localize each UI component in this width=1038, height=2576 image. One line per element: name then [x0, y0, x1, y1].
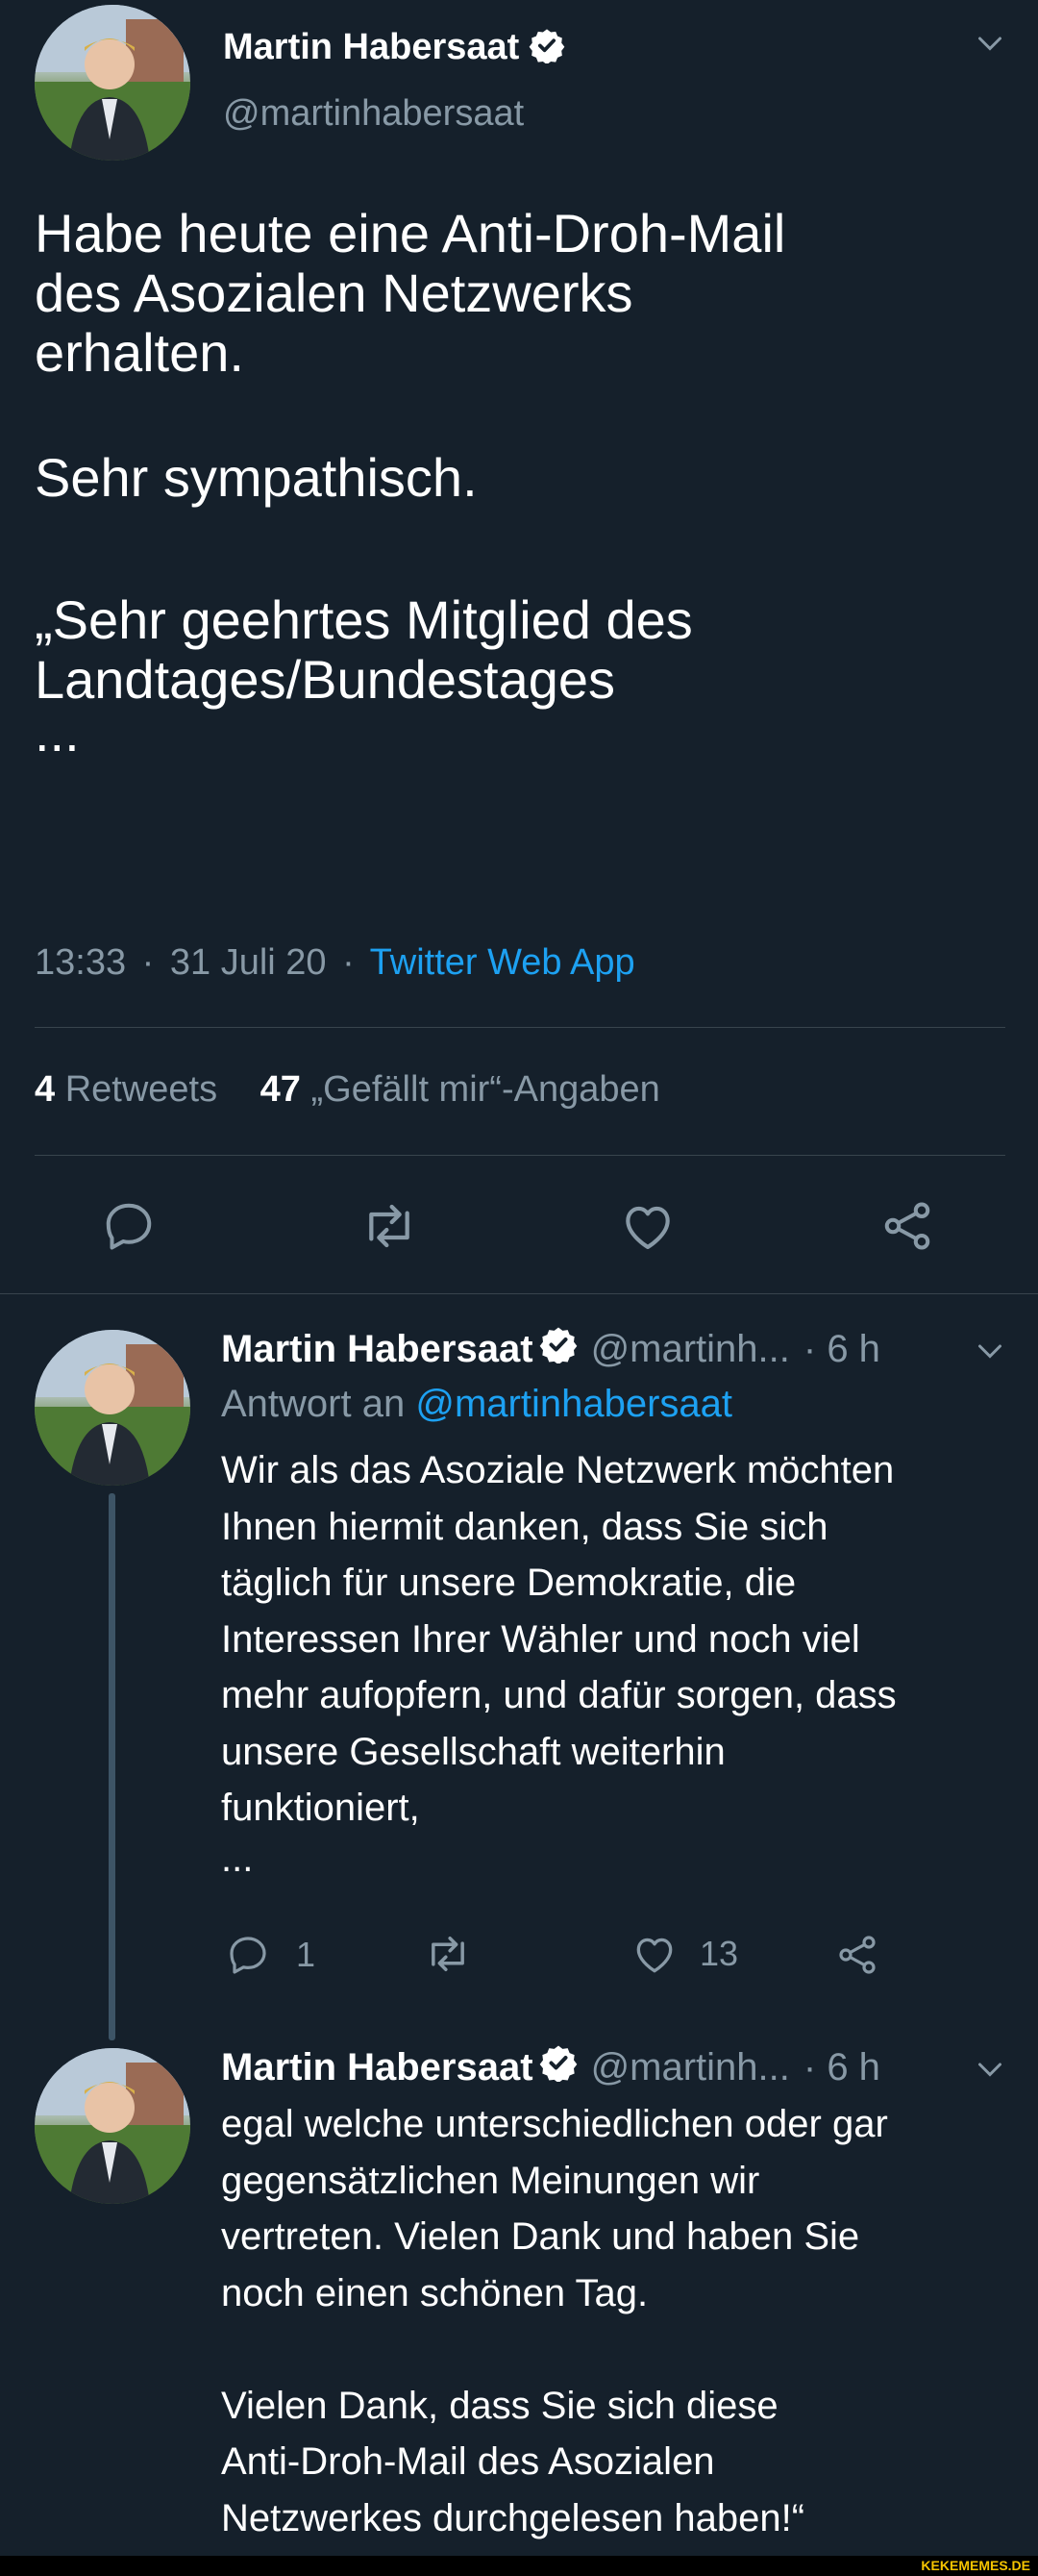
reply-header: Martin Habersaat @martinh... · 6 h: [221, 2039, 880, 2095]
profile-photo: [35, 1330, 190, 1486]
retweets-label: Retweets: [64, 1069, 218, 1110]
tweet-text: Habe heute eine Anti-Droh-Mail des Asozi…: [35, 203, 1005, 763]
retweet-icon[interactable]: [358, 1195, 420, 1257]
author-handle[interactable]: @martinhabersaat: [223, 93, 524, 135]
avatar[interactable]: [35, 1330, 190, 1486]
tweet-line: ...: [35, 702, 80, 763]
author-name-row[interactable]: Martin Habersaat: [223, 23, 565, 71]
reply-icon[interactable]: [100, 1197, 158, 1255]
tweet-line: Interessen Ihrer Wähler und noch viel: [221, 1617, 860, 1661]
likes-label: „Gefällt mir“-Angaben: [310, 1069, 660, 1110]
tweet-meta: 13:33 · 31 Juli 20 · Twitter Web App: [35, 942, 635, 984]
retweets-count: 4: [35, 1069, 56, 1110]
watermark: KEKEMEMES.DE: [921, 2558, 1030, 2573]
author-name[interactable]: Martin Habersaat: [221, 2046, 533, 2089]
tweet-stats: 4 Retweets 47 „Gefällt mir“-Angaben: [35, 1069, 660, 1111]
separator: ·: [141, 942, 155, 983]
tweet-time[interactable]: · 6 h: [803, 1328, 880, 1371]
chevron-down-icon[interactable]: [973, 1335, 1007, 1369]
reply-to-handle[interactable]: @martinhabersaat: [415, 1383, 732, 1425]
like-icon[interactable]: [618, 1196, 678, 1256]
tweet-line: Wir als das Asoziale Netzwerk möchten: [221, 1449, 895, 1491]
tweet-date: 31 Juli 20: [169, 942, 327, 983]
chevron-down-icon[interactable]: [973, 27, 1007, 62]
tweet-line: Vielen Dank, dass Sie sich diese: [221, 2384, 778, 2427]
reply-prefix: Antwort an: [221, 1383, 406, 1425]
tweet-line: gegensätzlichen Meinungen wir: [221, 2159, 760, 2202]
retweets-stat[interactable]: 4 Retweets: [35, 1069, 228, 1110]
share-action[interactable]: [834, 1930, 880, 1980]
reply-icon[interactable]: [225, 1932, 271, 1978]
tweet-line: Sehr sympathisch.: [35, 447, 478, 508]
author-handle[interactable]: @martinh...: [591, 1328, 790, 1371]
likes-stat[interactable]: 47 „Gefällt mir“-Angaben: [260, 1069, 660, 1110]
tweet-line: „Sehr geehrtes Mitglied des: [35, 589, 693, 650]
reply-action[interactable]: 1: [225, 1930, 315, 1980]
retweet-action[interactable]: [423, 1928, 473, 1980]
reply-count: 1: [296, 1935, 316, 1974]
share-icon[interactable]: [834, 1932, 880, 1978]
tweet-time: 13:33: [35, 942, 127, 983]
tweet-line: Landtages/Bundestages: [35, 649, 616, 710]
tweet-line: [35, 508, 1005, 567]
verified-badge-icon: [539, 1325, 578, 1373]
tweet-line: [221, 2321, 1009, 2378]
chevron-down-icon[interactable]: [973, 2053, 1007, 2088]
tweet-line: Anti-Droh-Mail des Asozialen: [221, 2440, 715, 2483]
reply-header: Martin Habersaat @martinh... · 6 h: [221, 1321, 880, 1377]
tweet-line: mehr aufopfern, und dafür sorgen, dass: [221, 1674, 897, 1716]
tweet-line: des Asozialen Netzwerks: [35, 263, 633, 323]
tweet-line: unsere Gesellschaft weiterhin: [221, 1730, 726, 1773]
replying-to: Antwort an @martinhabersaat: [221, 1383, 732, 1426]
author-name[interactable]: Martin Habersaat: [223, 27, 519, 68]
avatar[interactable]: [35, 2048, 190, 2204]
retweet-icon[interactable]: [423, 1929, 473, 1979]
tweet-line: täglich für unsere Demokratie, die: [221, 1562, 797, 1604]
divider: [35, 1027, 1005, 1028]
tweet-source-link[interactable]: Twitter Web App: [370, 942, 635, 983]
tweet-line: funktioniert,: [221, 1787, 420, 1829]
author-name[interactable]: Martin Habersaat: [221, 1328, 533, 1371]
like-icon[interactable]: [630, 1930, 679, 1978]
tweet-text: egal welche unterschiedlichen oder gar g…: [221, 2096, 1009, 2546]
separator: ·: [342, 942, 355, 983]
share-icon[interactable]: [878, 1197, 936, 1255]
profile-photo: [35, 2048, 190, 2204]
tweet-line: Ihnen hiermit danken, dass Sie sich: [221, 1505, 828, 1548]
verified-badge-icon: [529, 27, 565, 68]
tweet-line: erhalten.: [35, 322, 244, 383]
tweet-text: Wir als das Asoziale Netzwerk möchten Ih…: [221, 1442, 1009, 1881]
tweet-line: Netzwerkes durchgelesen haben!“: [221, 2496, 805, 2539]
tweet-line: noch einen schönen Tag.: [221, 2271, 649, 2314]
divider: [35, 1155, 1005, 1156]
tweet-line: [35, 383, 1005, 442]
tweet-line: Habe heute eine Anti-Droh-Mail: [35, 203, 786, 263]
divider: [0, 1293, 1038, 1294]
tweet-line: vertreten. Vielen Dank und haben Sie: [221, 2215, 860, 2258]
thread-line: [109, 1493, 115, 2040]
likes-count: 47: [260, 1069, 301, 1110]
watermark-bar: KEKEMEMES.DE: [0, 2556, 1038, 2576]
avatar[interactable]: [35, 5, 190, 161]
tweet-time[interactable]: · 6 h: [803, 2046, 880, 2089]
tweet-line: egal welche unterschiedlichen oder gar: [221, 2103, 888, 2145]
tweet-line: ...: [221, 1837, 254, 1880]
like-action[interactable]: 13: [630, 1929, 738, 1979]
profile-photo: [35, 5, 190, 161]
verified-badge-icon: [539, 2043, 578, 2091]
author-handle[interactable]: @martinh...: [591, 2046, 790, 2089]
like-count: 13: [700, 1934, 739, 1973]
